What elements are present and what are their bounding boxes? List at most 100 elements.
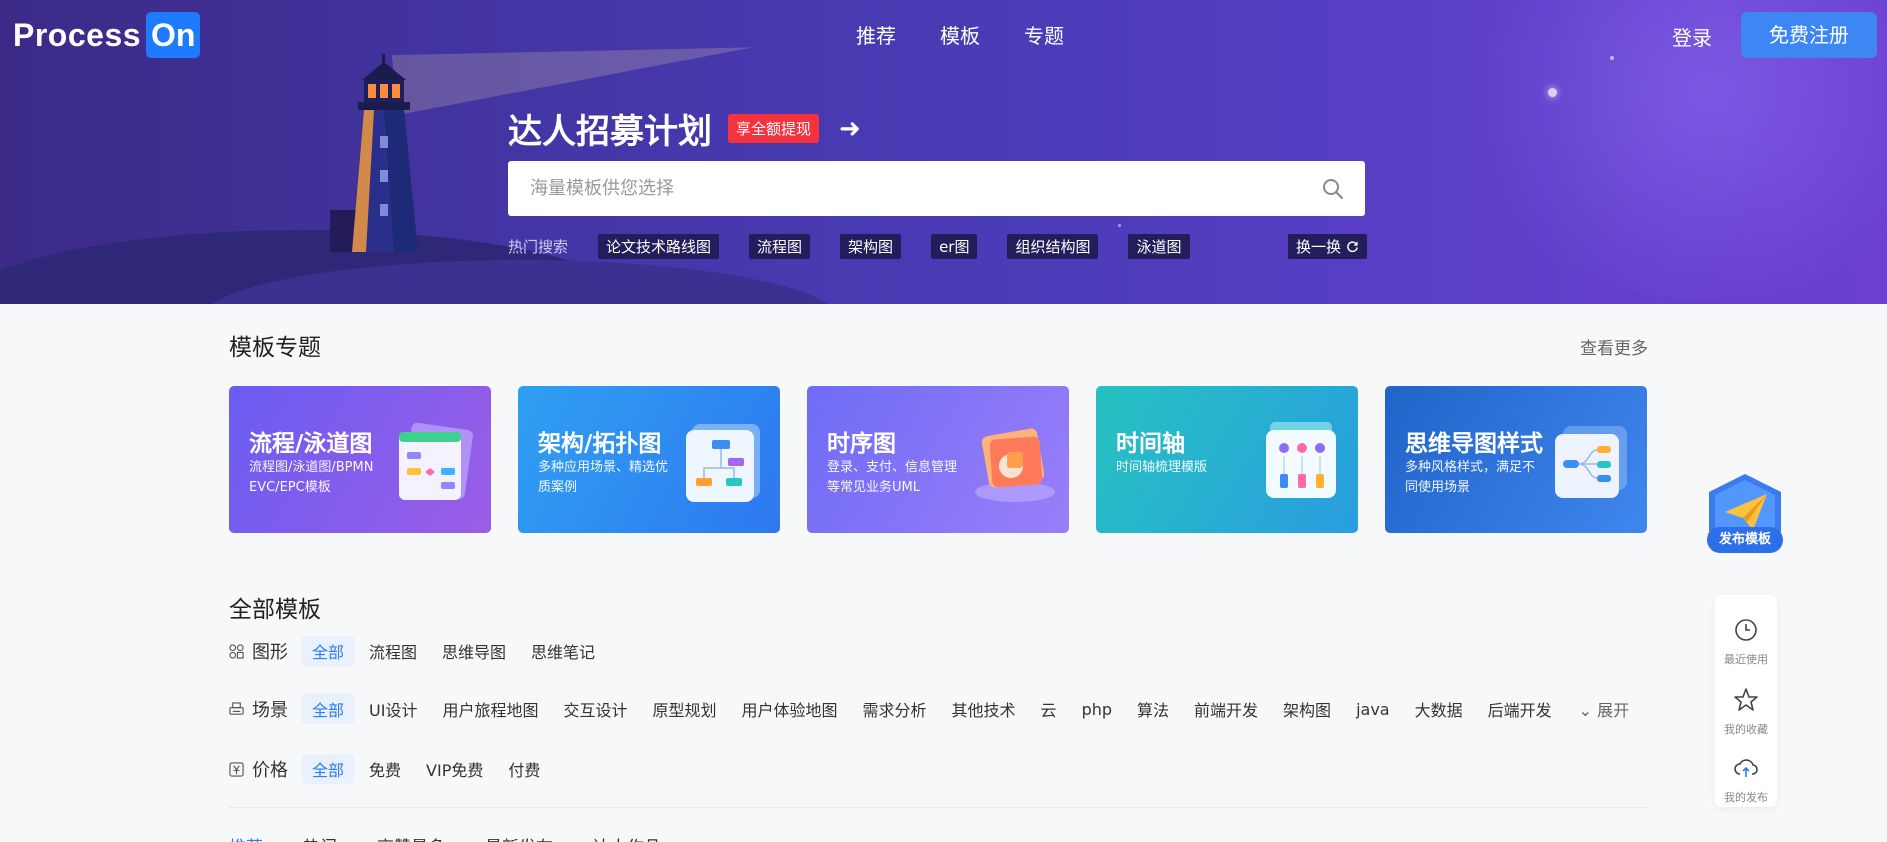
filter-option[interactable]: 原型规划 [642, 694, 726, 724]
side-item-label: 最近使用 [1724, 653, 1768, 666]
processon-logo[interactable]: Process On [13, 12, 201, 58]
topic-card-architecture[interactable]: 架构/拓扑图 多种应用场景、精选优质案例 [518, 386, 780, 533]
search-box [508, 161, 1365, 216]
filter-option[interactable]: 前端开发 [1184, 694, 1268, 724]
refresh-hot-button[interactable]: 换一换 [1288, 234, 1368, 259]
card-desc: 多种应用场景、精选优质案例 [538, 460, 669, 495]
nav-item-templates[interactable]: 模板 [940, 20, 980, 49]
nav-item-recommend[interactable]: 推荐 [856, 20, 896, 49]
topic-card-sequence[interactable]: 时序图 登录、支付、信息管理等常见业务UML [807, 386, 1069, 533]
filter-option[interactable]: 算法 [1127, 694, 1179, 724]
filter-option[interactable]: java [1346, 697, 1400, 722]
card-title: 架构/拓扑图 [538, 431, 662, 457]
my-published-button[interactable]: 我的发布 [1715, 755, 1777, 805]
star-decoration [1548, 88, 1557, 97]
clock-icon [1735, 619, 1757, 641]
filter-option[interactable]: 云 [1031, 694, 1067, 724]
search-icon[interactable] [1321, 177, 1345, 201]
topic-card-mindmap[interactable]: 思维导图样式 多种风格样式，满足不同使用场景 [1385, 386, 1647, 533]
timeline-illustration [1266, 422, 1336, 498]
filter-option[interactable]: 思维笔记 [521, 636, 605, 666]
star-decoration [1118, 224, 1121, 227]
chevron-down-icon: ⌄ [1578, 701, 1598, 720]
filter-option[interactable]: 用户旅程地图 [432, 694, 548, 724]
nav-item-topics[interactable]: 专题 [1024, 20, 1064, 49]
hot-search-tag[interactable]: er图 [931, 234, 978, 259]
filter-option[interactable]: 需求分析 [853, 694, 937, 724]
filter-option[interactable]: UI设计 [359, 694, 427, 724]
refresh-label: 换一换 [1296, 238, 1342, 256]
filter-option[interactable]: 思维导图 [432, 636, 516, 666]
cloud-upload-icon [1734, 759, 1758, 777]
side-toolbar: 最近使用 我的收藏 我的发布 [1715, 595, 1777, 807]
topic-card-flowchart[interactable]: 流程/泳道图 流程图/泳道图/BPMN EVC/EPC模板 [229, 386, 491, 533]
tab-newest[interactable]: 最新发布 [485, 833, 553, 842]
logo-on-mark: On [146, 12, 201, 58]
filter-row-shape: 图形 全部 流程图 思维导图 思维笔记 [229, 636, 610, 666]
filter-option[interactable]: 架构图 [1273, 694, 1341, 724]
filter-option[interactable]: 付费 [498, 754, 550, 784]
arrow-right-icon[interactable]: ➜ [839, 114, 861, 144]
main-nav: 推荐 模板 专题 [856, 20, 1064, 49]
see-more-link[interactable]: 查看更多 [1580, 334, 1648, 359]
hot-search-tag[interactable]: 组织结构图 [1007, 234, 1099, 259]
register-button[interactable]: 免费注册 [1741, 12, 1877, 58]
card-desc: 流程图/泳道图/BPMN EVC/EPC模板 [249, 460, 374, 495]
search-input[interactable] [530, 161, 1290, 216]
lighthouse-illustration [330, 54, 418, 252]
tab-hot[interactable]: 热门 [303, 833, 337, 842]
recruit-title: 达人招募计划 [508, 112, 712, 152]
tab-recommend[interactable]: 推荐 [229, 833, 263, 842]
card-desc: 登录、支付、信息管理等常见业务UML [827, 460, 958, 495]
filter-option[interactable]: php [1072, 697, 1122, 722]
section-divider [229, 807, 1648, 808]
expand-button[interactable]: ⌄ 展开 [1579, 697, 1630, 721]
side-item-label: 我的发布 [1724, 791, 1768, 804]
hot-search-tag[interactable]: 泳道图 [1128, 234, 1190, 259]
logo-text: Process [13, 16, 142, 53]
tab-expert-works[interactable]: 达人作品 [593, 833, 661, 842]
filter-option[interactable]: 大数据 [1405, 694, 1473, 724]
topics-section-title: 模板专题 [229, 335, 321, 361]
card-title: 思维导图样式 [1405, 431, 1543, 457]
card-desc: 时间轴梳理模版 [1116, 460, 1208, 475]
tab-most-liked[interactable]: 高赞最多 [377, 833, 445, 842]
top-navigation-bar: Process On 推荐 模板 专题 登录 免费注册 [0, 0, 1887, 72]
recruit-badge: 享全额提现 [728, 114, 820, 143]
recent-used-button[interactable]: 最近使用 [1715, 617, 1777, 667]
my-favorites-button[interactable]: 我的收藏 [1715, 687, 1777, 737]
filter-option[interactable]: 用户体验地图 [732, 694, 848, 724]
price-icon [229, 761, 244, 777]
filter-row-price: 价格 全部 免费 VIP免费 付费 [229, 754, 555, 784]
printer-icon [229, 701, 244, 715]
filter-option[interactable]: 全部 [302, 754, 355, 784]
filter-option[interactable]: 免费 [359, 754, 411, 784]
filter-label-text: 场景 [252, 700, 288, 721]
filter-option[interactable]: 流程图 [359, 636, 427, 666]
topic-card-timeline[interactable]: 时间轴 时间轴梳理模版 [1096, 386, 1358, 533]
side-item-label: 我的收藏 [1724, 723, 1768, 736]
hot-search-tag[interactable]: 架构图 [840, 234, 902, 259]
filter-option[interactable]: 全部 [302, 694, 355, 724]
grid-icon [229, 643, 244, 659]
filter-option[interactable]: VIP免费 [416, 754, 493, 784]
publish-template-button[interactable]: 发布模板 [1707, 527, 1783, 553]
sequence-illustration [975, 428, 1055, 502]
hot-search-tag[interactable]: 流程图 [749, 234, 811, 259]
card-title: 时间轴 [1116, 431, 1185, 457]
recruit-banner[interactable]: 达人招募计划 享全额提现 ➜ [508, 104, 861, 153]
filter-label-text: 图形 [252, 642, 288, 663]
filter-option[interactable]: 后端开发 [1478, 694, 1562, 724]
card-desc: 多种风格样式，满足不同使用场景 [1405, 460, 1536, 495]
filter-option[interactable]: 交互设计 [553, 694, 637, 724]
architecture-illustration [686, 424, 760, 502]
hot-search-tag[interactable]: 论文技术路线图 [598, 234, 720, 259]
filter-option[interactable]: 其他技术 [942, 694, 1026, 724]
filter-option[interactable]: 全部 [302, 636, 355, 666]
login-link[interactable]: 登录 [1672, 22, 1712, 51]
all-templates-title: 全部模板 [229, 597, 321, 623]
filter-label: 场景 [229, 696, 302, 722]
filter-row-scene: 场景 全部 UI设计 用户旅程地图 交互设计 原型规划 用户体验地图 需求分析 … [229, 694, 1629, 724]
refresh-icon [1347, 241, 1358, 253]
topic-cards: 流程/泳道图 流程图/泳道图/BPMN EVC/EPC模板 架构/拓扑图 多种应… [229, 386, 1647, 533]
